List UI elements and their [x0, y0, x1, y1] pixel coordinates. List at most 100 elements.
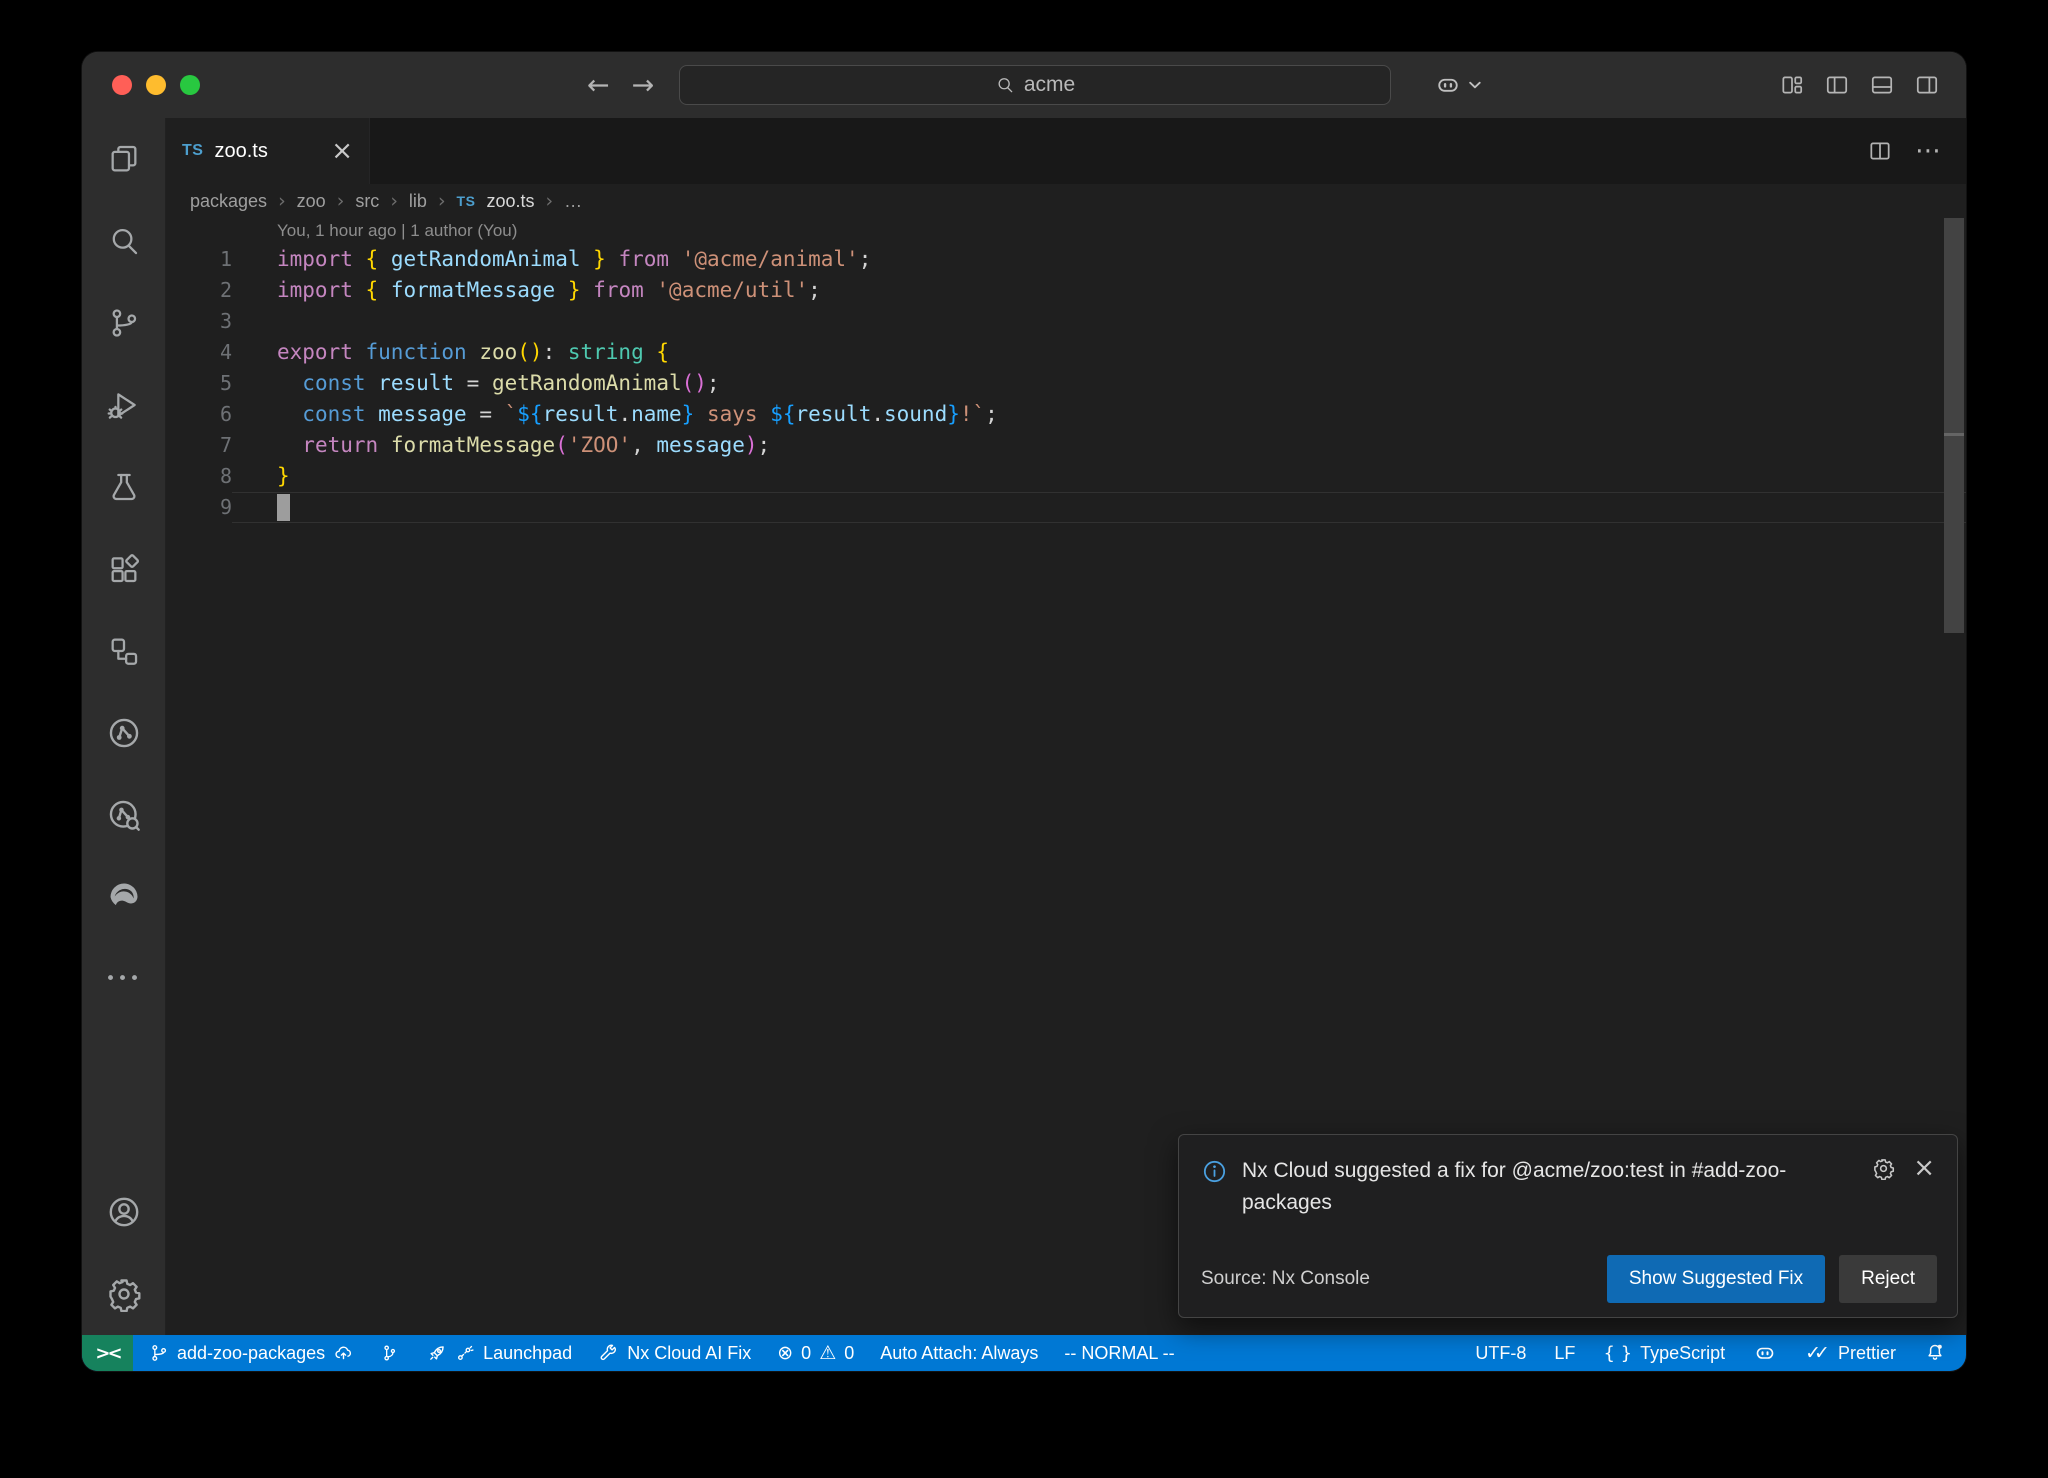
code-lines: 1import { getRandomAnimal } from '@acme/… [166, 244, 1966, 523]
breadcrumb-separator: › [337, 190, 345, 212]
vscode-window: ← → acme [82, 52, 1966, 1371]
files-icon [107, 142, 141, 176]
tab-zoo-ts[interactable]: TS zoo.ts × [166, 118, 370, 184]
close-window-button[interactable] [112, 75, 132, 95]
sidebar-item-explorer[interactable] [82, 118, 165, 200]
sidebar-item-search[interactable] [82, 200, 165, 282]
code-line-7[interactable]: 7 return formatMessage('ZOO', message); [166, 430, 1966, 461]
notification-close-icon[interactable]: × [1913, 1155, 1935, 1181]
window-controls [112, 52, 200, 118]
info-icon [1201, 1158, 1228, 1185]
problems-status[interactable]: ⊗ 0 ⚠ 0 [777, 1342, 854, 1364]
forward-button[interactable]: → [632, 70, 655, 101]
error-count: 0 [801, 1343, 811, 1364]
formatter-status[interactable]: ✓✓ Prettier [1805, 1342, 1896, 1364]
formatter-label: Prettier [1838, 1343, 1896, 1364]
sidebar-item-run-debug[interactable] [82, 364, 165, 446]
toggle-secondary-sidebar-icon[interactable] [1914, 72, 1940, 98]
sidebar-item-nx-graph-search[interactable] [82, 774, 165, 856]
git-blame-annotation[interactable]: You, 1 hour ago | 1 author (You) [277, 218, 1966, 244]
notification-message: Nx Cloud suggested a fix for @acme/zoo:t… [1242, 1155, 1850, 1218]
sidebar-item-source-control[interactable] [82, 282, 165, 364]
sidebar-item-project-structure[interactable] [82, 610, 165, 692]
close-tab-icon[interactable]: × [331, 138, 353, 164]
activity-bar: ••• [82, 118, 166, 1335]
customize-layout-icon[interactable] [1779, 72, 1805, 98]
edge-browser-icon [106, 879, 142, 915]
line-number: 3 [166, 306, 232, 337]
connected-squares-icon [107, 634, 141, 668]
language-mode-status[interactable]: { } TypeScript [1603, 1343, 1725, 1364]
sidebar-item-more[interactable]: ••• [82, 938, 165, 1020]
show-suggested-fix-button[interactable]: Show Suggested Fix [1607, 1255, 1825, 1303]
breadcrumb-src[interactable]: src [355, 191, 379, 212]
breadcrumb-lib[interactable]: lib [409, 191, 427, 212]
code-line-5[interactable]: 5 const result = getRandomAnimal(); [166, 368, 1966, 399]
code-line-8[interactable]: 8} [166, 461, 1966, 492]
back-button[interactable]: ← [587, 70, 610, 101]
split-editor-icon[interactable] [1867, 138, 1893, 164]
remote-indicator[interactable]: >< [82, 1335, 133, 1371]
nx-cloud-ai-fix-status[interactable]: Nx Cloud AI Fix [598, 1343, 751, 1364]
breadcrumb-separator: › [390, 190, 398, 212]
error-icon: ⊗ [777, 1342, 793, 1364]
reject-button[interactable]: Reject [1839, 1255, 1937, 1303]
graph-search-icon [106, 797, 142, 833]
git-branch-status[interactable]: add-zoo-packages [149, 1343, 354, 1364]
minimize-window-button[interactable] [146, 75, 166, 95]
breadcrumb: packages › zoo › src › lib › TS zoo.ts ›… [166, 184, 1966, 218]
search-value: acme [1024, 73, 1075, 97]
code-line-3[interactable]: 3 [166, 306, 1966, 337]
git-branch-icon [149, 1343, 169, 1363]
auto-attach-status[interactable]: Auto Attach: Always [880, 1343, 1038, 1364]
more-actions-icon[interactable]: ⋯ [1915, 136, 1942, 166]
copilot-status[interactable] [1753, 1341, 1777, 1365]
toggle-primary-sidebar-icon[interactable] [1824, 72, 1850, 98]
code-line-9[interactable]: 9 [166, 492, 1966, 523]
line-number: 4 [166, 337, 232, 368]
line-number: 1 [166, 244, 232, 275]
line-number: 9 [166, 492, 232, 523]
launchpad-status[interactable]: Launchpad [426, 1343, 572, 1364]
vim-block-cursor [277, 494, 290, 521]
toggle-panel-icon[interactable] [1869, 72, 1895, 98]
breadcrumb-file[interactable]: zoo.ts [486, 191, 534, 212]
breadcrumb-separator: › [545, 190, 553, 212]
graph-circle-icon [106, 715, 142, 751]
warning-count: 0 [844, 1343, 854, 1364]
breadcrumb-packages[interactable]: packages [190, 191, 267, 212]
eol-status[interactable]: LF [1554, 1343, 1575, 1364]
wrench-icon [598, 1343, 619, 1364]
sidebar-item-extensions[interactable] [82, 528, 165, 610]
code-line-6[interactable]: 6 const message = `${result.name} says $… [166, 399, 1966, 430]
debug-icon [107, 388, 141, 422]
sidebar-item-testing[interactable] [82, 446, 165, 528]
language-label: TypeScript [1640, 1343, 1725, 1364]
sidebar-item-edge-tools[interactable] [82, 856, 165, 938]
cloud-upload-icon [333, 1343, 354, 1364]
command-center-search[interactable]: acme [679, 65, 1391, 105]
search-icon [995, 75, 1015, 95]
editor-scrollbar[interactable] [1944, 218, 1964, 633]
double-check-icon: ✓✓ [1805, 1342, 1830, 1364]
line-number: 2 [166, 275, 232, 306]
zoom-window-button[interactable] [180, 75, 200, 95]
code-line-1[interactable]: 1import { getRandomAnimal } from '@acme/… [166, 244, 1966, 275]
notification-settings-gear-icon[interactable] [1872, 1157, 1895, 1180]
breadcrumb-zoo[interactable]: zoo [297, 191, 326, 212]
code-line-4[interactable]: 4export function zoo(): string { [166, 337, 1966, 368]
copilot-menu[interactable] [1434, 52, 1481, 118]
plug-icon [455, 1343, 475, 1363]
sidebar-item-nx-graph[interactable] [82, 692, 165, 774]
branch-name: add-zoo-packages [177, 1343, 325, 1364]
encoding-status[interactable]: UTF-8 [1475, 1343, 1526, 1364]
code-line-2[interactable]: 2import { formatMessage } from '@acme/ut… [166, 275, 1966, 306]
account-button[interactable] [82, 1171, 165, 1253]
breadcrumb-more[interactable]: … [564, 191, 582, 212]
line-number: 8 [166, 461, 232, 492]
settings-button[interactable] [82, 1253, 165, 1335]
encoding-label: UTF-8 [1475, 1343, 1526, 1364]
vim-mode-status[interactable]: -- NORMAL -- [1064, 1343, 1174, 1364]
notifications-button[interactable] [1924, 1342, 1946, 1364]
source-control-graph-status[interactable] [380, 1343, 400, 1363]
